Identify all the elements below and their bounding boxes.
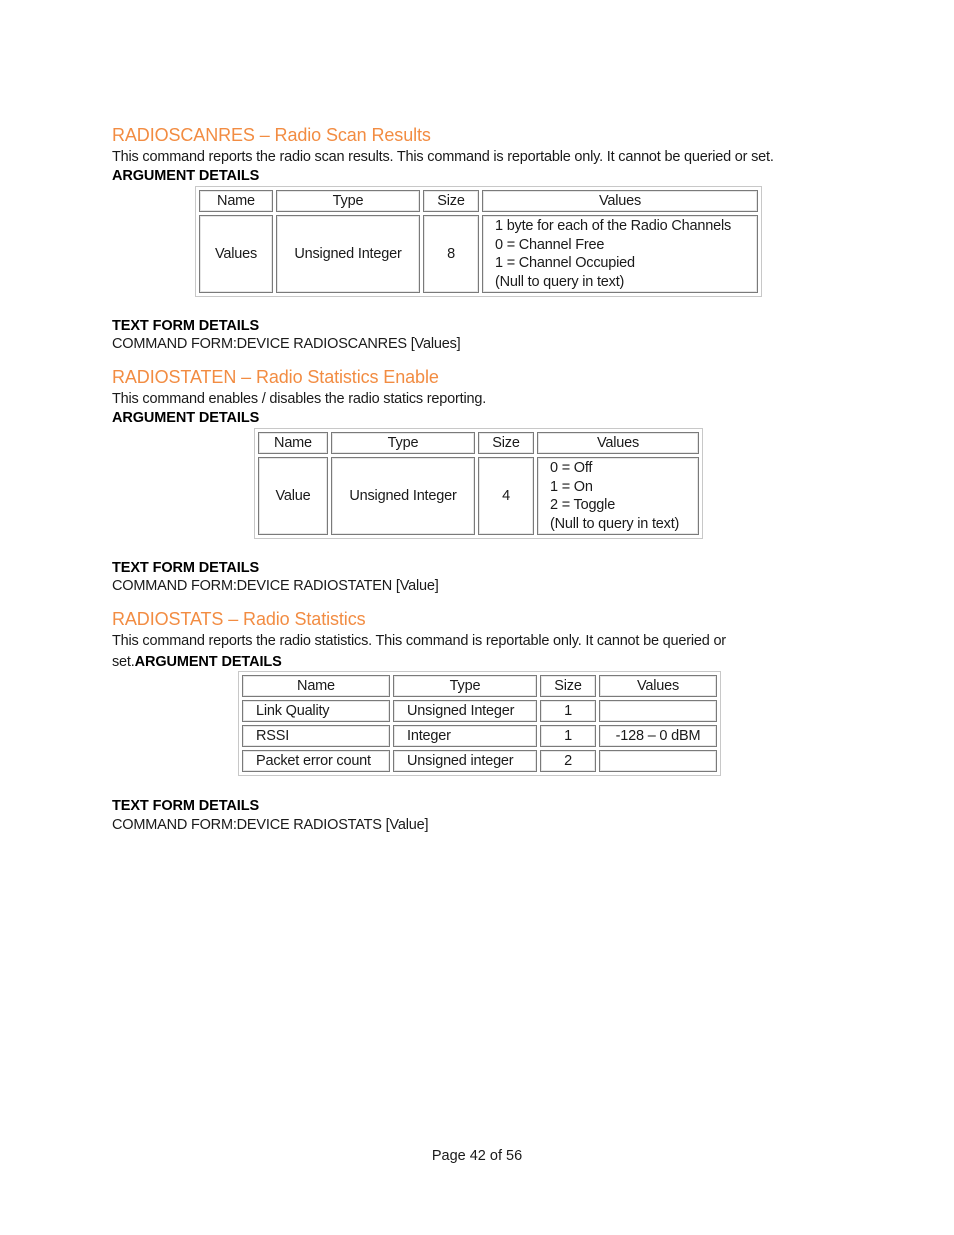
command-form: COMMAND FORM:DEVICE RADIOSTATEN [Value] [112,578,439,594]
cell-name: Packet error count [242,750,390,772]
cell-size: 2 [540,750,596,772]
cell-values: 1 byte for each of the Radio Channels 0 … [482,215,758,293]
argument-details-label: ARGUMENT DETAILS [112,168,260,184]
value-line: (Null to query in text) [495,273,625,290]
table-row: RSSI Integer 1 -128 – 0 dBM [242,725,717,747]
section-description: This command reports the radio statistic… [112,633,726,649]
section-heading-radiostats: RADIOSTATS – Radio Statistics [112,609,366,629]
command-form: COMMAND FORM:DEVICE RADIOSCANRES [Values… [112,336,461,352]
argument-details-label: ARGUMENT DETAILS [134,654,282,670]
text-form-details-label: TEXT FORM DETAILS [112,798,260,814]
cell-values: 0 = Off 1 = On 2 = Toggle (Null to query… [537,457,699,535]
column-header-name: Name [242,675,390,697]
value-line: 0 = Channel Free [495,236,605,253]
table-row: Values Unsigned Integer 8 1 byte for eac… [199,215,758,293]
cell-type: Integer [393,725,537,747]
argument-details-label: ARGUMENT DETAILS [112,410,260,426]
text-form-details-label: TEXT FORM DETAILS [112,318,260,334]
section-heading-radiostaten: RADIOSTATEN – Radio Statistics Enable [112,367,439,387]
column-header-type: Type [393,675,537,697]
column-header-type: Type [331,432,475,454]
column-header-name: Name [199,190,273,212]
cell-type: Unsigned Integer [276,215,420,293]
cell-size: 1 [540,725,596,747]
cell-type: Unsigned Integer [393,700,537,722]
argument-table-radioscanres: Name Type Size Values Values Unsigned In… [195,186,762,297]
value-line: 1 = Channel Occupied [495,255,635,271]
column-header-size: Size [478,432,534,454]
argument-table-radiostats: Name Type Size Values Link Quality Unsig… [238,671,721,776]
section-description: This command reports the radio scan resu… [112,149,774,165]
table-row: Link Quality Unsigned Integer 1 [242,700,717,722]
value-line: 1 byte for each of the Radio Channels [495,218,732,234]
cell-name: Value [258,457,328,535]
description-tail: set. [112,654,135,670]
cell-name: Link Quality [242,700,390,722]
section-description-continued: set.ARGUMENT DETAILS [112,653,282,671]
table-row: Value Unsigned Integer 4 0 = Off 1 = On … [258,457,699,535]
section-description: This command enables / disables the radi… [112,391,487,407]
page-number: Page 42 of 56 [431,1148,523,1164]
value-line: 2 = Toggle [550,497,616,513]
cell-size: 4 [478,457,534,535]
cell-values: -128 – 0 dBM [599,725,717,747]
column-header-size: Size [540,675,596,697]
section-heading-radioscanres: RADIOSCANRES – Radio Scan Results [112,125,431,145]
column-header-values: Values [537,432,699,454]
table-header-row: Name Type Size Values [199,190,758,212]
column-header-name: Name [258,432,328,454]
argument-table-radiostaten: Name Type Size Values Value Unsigned Int… [254,428,703,539]
command-form: COMMAND FORM:DEVICE RADIOSTATS [Value] [112,817,429,833]
table-header-row: Name Type Size Values [258,432,699,454]
cell-type: Unsigned integer [393,750,537,772]
cell-type: Unsigned Integer [331,457,475,535]
cell-name: RSSI [242,725,390,747]
cell-values [599,700,717,722]
document-page: RADIOSCANRES – Radio Scan Results This c… [0,0,954,1235]
column-header-type: Type [276,190,420,212]
value-line: 1 = On [550,478,593,495]
column-header-values: Values [482,190,758,212]
cell-name: Values [199,215,273,293]
column-header-values: Values [599,675,717,697]
value-line: (Null to query in text) [550,515,680,532]
cell-values [599,750,717,772]
value-line: 0 = Off [550,460,593,476]
column-header-size: Size [423,190,479,212]
cell-size: 1 [540,700,596,722]
text-form-details-label: TEXT FORM DETAILS [112,560,260,576]
table-header-row: Name Type Size Values [242,675,717,697]
table-row: Packet error count Unsigned integer 2 [242,750,717,772]
cell-size: 8 [423,215,479,293]
